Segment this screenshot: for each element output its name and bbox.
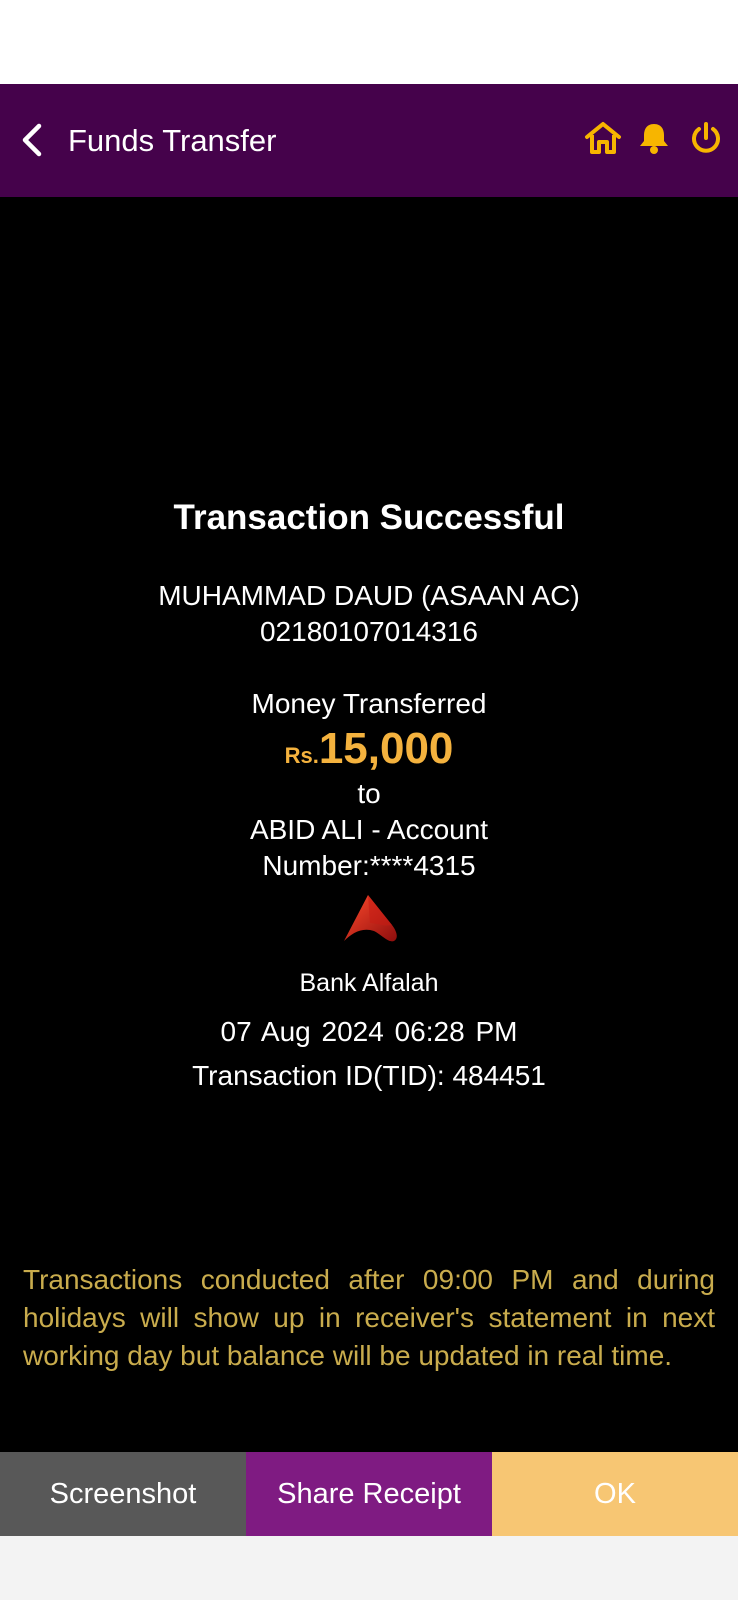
bell-icon [640, 124, 668, 154]
back-button[interactable] [8, 114, 56, 166]
sender-account-number: 02180107014316 [259, 616, 478, 647]
home-icon [585, 122, 621, 154]
recipient-account-number: Number:****4315 [262, 850, 476, 881]
transaction-status-title: Transaction Successful [173, 498, 565, 537]
power-icon [692, 122, 720, 153]
amount-value: 15,000 [318, 724, 454, 773]
transaction-id: Transaction ID(TID): 484451 [192, 1060, 546, 1091]
transfer-amount: Rs.15,000 [0, 723, 738, 785]
transaction-datetime: 07 Aug 2024 06:28 PM [220, 1016, 518, 1047]
receipt-panel: Transaction Successful MUHAMMAD DAUD (AS… [0, 197, 738, 1452]
recipient-name: ABID ALI - Account [249, 814, 489, 845]
chevron-left-icon [22, 123, 42, 157]
logout-button[interactable] [686, 118, 726, 158]
processing-notice: Transactions conducted after 09:00 PM an… [23, 1264, 715, 1371]
share-receipt-button[interactable]: Share Receipt [246, 1452, 492, 1536]
notifications-button[interactable] [634, 118, 674, 158]
sender-name: MUHAMMAD DAUD (ASAAN AC) [158, 580, 580, 611]
money-transferred-label: Money Transferred [251, 688, 487, 719]
to-label: to [357, 778, 381, 809]
page-title: Funds Transfer [68, 123, 277, 158]
status-bar-area [0, 0, 738, 84]
currency-label: Rs. [284, 743, 319, 768]
screenshot-button[interactable]: Screenshot [0, 1452, 246, 1536]
bank-alfalah-logo-icon [344, 895, 397, 942]
bank-name: Bank Alfalah [299, 969, 439, 997]
app-header: Funds Transfer [0, 84, 738, 197]
ok-button[interactable]: OK [492, 1452, 738, 1536]
home-button[interactable] [583, 118, 623, 158]
